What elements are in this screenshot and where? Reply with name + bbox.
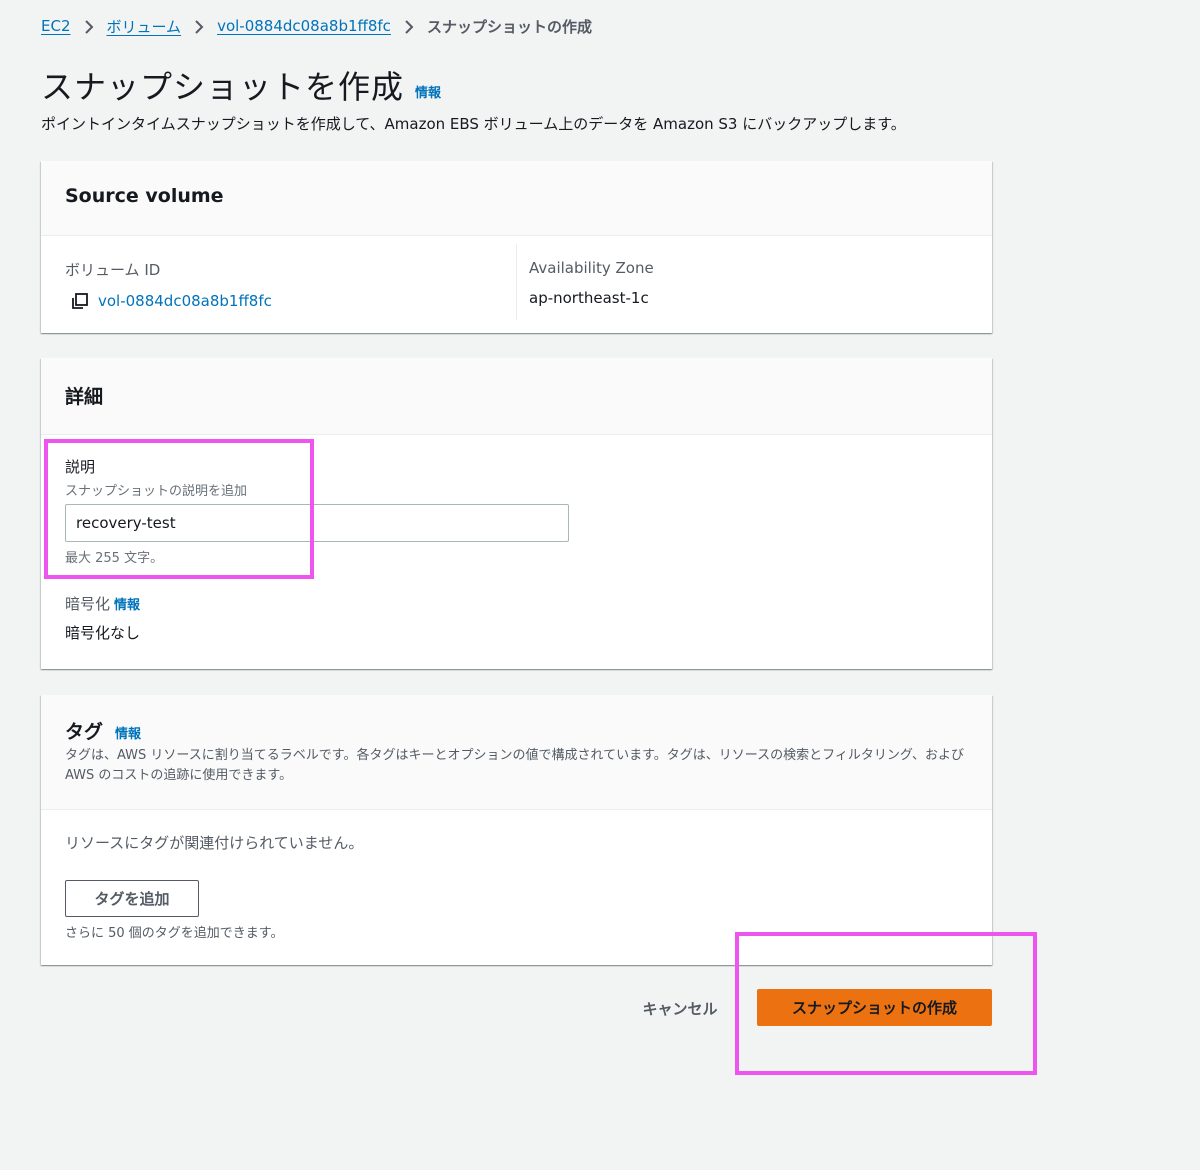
- breadcrumb: EC2 ボリューム vol-0884dc08a8b1ff8fc スナップショット…: [41, 14, 592, 38]
- availability-zone-value: ap-northeast-1c: [529, 289, 649, 307]
- tags-panel: タグ 情報 タグは、AWS リソースに割り当てるラベルです。各タグはキーとオプシ…: [41, 695, 992, 965]
- tags-title: タグ: [65, 721, 104, 743]
- no-tags-message: リソースにタグが関連付けられていません。: [65, 834, 364, 852]
- encryption-info-link[interactable]: 情報: [114, 598, 140, 613]
- details-title: 詳細: [65, 386, 104, 408]
- encryption-value: 暗号化なし: [65, 624, 141, 642]
- breadcrumb-link-ec2[interactable]: EC2: [41, 17, 71, 35]
- source-volume-header: Source volume: [41, 161, 992, 236]
- source-volume-title: Source volume: [65, 185, 224, 207]
- availability-zone-label: Availability Zone: [529, 259, 654, 277]
- volume-id-field: ボリューム ID vol-0884dc08a8b1ff8fc: [65, 259, 272, 310]
- chevron-right-icon: [181, 17, 217, 35]
- chevron-right-icon: [391, 17, 427, 35]
- page-description: ポイントインタイムスナップショットを作成して、Amazon EBS ボリューム上…: [41, 115, 906, 133]
- breadcrumb-current: スナップショットの作成: [426, 17, 592, 36]
- encryption-label: 暗号化: [65, 595, 111, 613]
- tags-title-row: タグ 情報: [65, 717, 141, 744]
- chevron-right-icon: [71, 17, 107, 35]
- add-tag-button[interactable]: タグを追加: [65, 880, 199, 917]
- create-button-highlight-box: [735, 932, 1037, 1075]
- tag-limit-text: さらに 50 個のタグを追加できます。: [65, 926, 284, 941]
- tags-header: タグ 情報 タグは、AWS リソースに割り当てるラベルです。各タグはキーとオプシ…: [41, 695, 992, 810]
- details-header: 詳細: [41, 358, 992, 435]
- header-info-link[interactable]: 情報: [415, 82, 441, 101]
- breadcrumb-link-volumes[interactable]: ボリューム: [107, 16, 182, 37]
- encryption-label-row: 暗号化 情報: [65, 593, 140, 614]
- page-title: スナップショットを作成: [41, 68, 405, 106]
- cancel-button[interactable]: キャンセル: [628, 990, 732, 1026]
- breadcrumb-link-volume-id[interactable]: vol-0884dc08a8b1ff8fc: [217, 17, 391, 35]
- copy-icon[interactable]: [71, 292, 89, 310]
- tags-info-link[interactable]: 情報: [115, 723, 141, 742]
- description-highlight-box: [44, 439, 314, 579]
- volume-id-label: ボリューム ID: [65, 261, 161, 279]
- volume-id-link[interactable]: vol-0884dc08a8b1ff8fc: [98, 292, 272, 310]
- availability-zone-field: Availability Zone ap-northeast-1c: [529, 259, 654, 307]
- volume-id-value-row: vol-0884dc08a8b1ff8fc: [65, 292, 272, 310]
- tags-description: タグは、AWS リソースに割り当てるラベルです。各タグはキーとオプションの値で構…: [65, 748, 964, 783]
- column-divider: [516, 244, 517, 320]
- source-volume-panel: Source volume ボリューム ID vol-0884dc08a8b1f…: [41, 161, 992, 333]
